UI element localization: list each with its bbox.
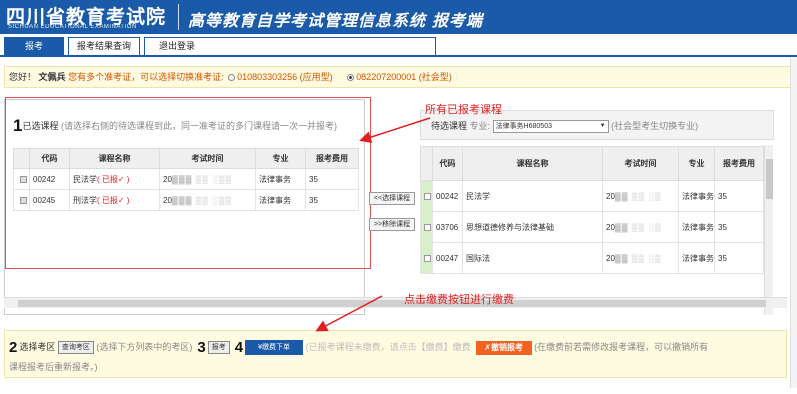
annotation-arrows: [315, 117, 431, 332]
arrow-to-selected-courses: [359, 117, 431, 143]
arrow-to-pay-button: [315, 295, 383, 332]
